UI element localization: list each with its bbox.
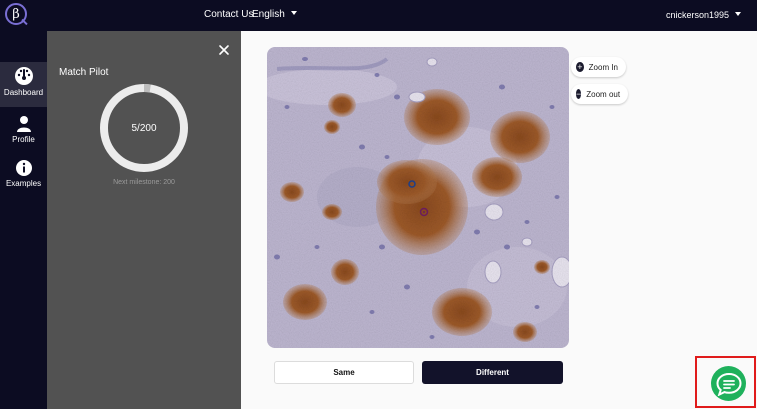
panel-title: Match Pilot bbox=[59, 67, 109, 78]
user-menu[interactable]: cnickerson1995 bbox=[666, 9, 741, 21]
nav-item-examples[interactable]: Examples bbox=[0, 155, 47, 191]
language-label: English bbox=[252, 9, 285, 20]
nav-label-examples: Examples bbox=[5, 179, 42, 188]
marker-point-b-center bbox=[423, 211, 425, 213]
contact-us-link[interactable]: Contact Us bbox=[204, 9, 253, 21]
match-pilot-panel: Match Pilot 5/200 Next milestone: 200 bbox=[47, 31, 241, 409]
different-button[interactable]: Different bbox=[422, 361, 563, 384]
user-icon bbox=[16, 116, 31, 132]
nav-item-dashboard[interactable]: Dashboard bbox=[0, 62, 47, 107]
milestone-note: Next milestone: 200 bbox=[113, 179, 175, 186]
zoom-out-label: Zoom out bbox=[586, 89, 621, 99]
chevron-down-icon bbox=[735, 12, 741, 16]
chevron-down-icon bbox=[290, 11, 297, 15]
language-select[interactable]: English bbox=[252, 9, 297, 21]
progress-count: 5/200 bbox=[131, 123, 157, 134]
gauge-icon bbox=[14, 67, 33, 85]
nav-item-profile[interactable]: Profile bbox=[0, 111, 47, 147]
nav-label-profile: Profile bbox=[12, 135, 35, 144]
tissue-image-viewer[interactable] bbox=[267, 47, 569, 348]
close-icon[interactable] bbox=[217, 43, 231, 57]
username: cnickerson1995 bbox=[665, 10, 729, 20]
same-button[interactable]: Same bbox=[274, 361, 414, 384]
plus-icon: + bbox=[576, 62, 584, 72]
tissue-image bbox=[267, 47, 569, 348]
app-logo[interactable]: β bbox=[5, 3, 27, 25]
minus-icon: − bbox=[576, 89, 582, 99]
top-bar: β Contact Us English cnickerson1995 bbox=[0, 0, 757, 31]
zoom-in-label: Zoom In bbox=[588, 62, 618, 72]
left-nav: Dashboard Profile Examples bbox=[0, 31, 47, 409]
chat-icon bbox=[715, 372, 742, 396]
zoom-in-button[interactable]: + Zoom In bbox=[571, 57, 626, 77]
info-icon bbox=[15, 160, 32, 176]
nav-label-dashboard: Dashboard bbox=[3, 88, 44, 97]
chat-button[interactable] bbox=[711, 366, 746, 401]
zoom-out-button[interactable]: − Zoom out bbox=[571, 84, 628, 104]
